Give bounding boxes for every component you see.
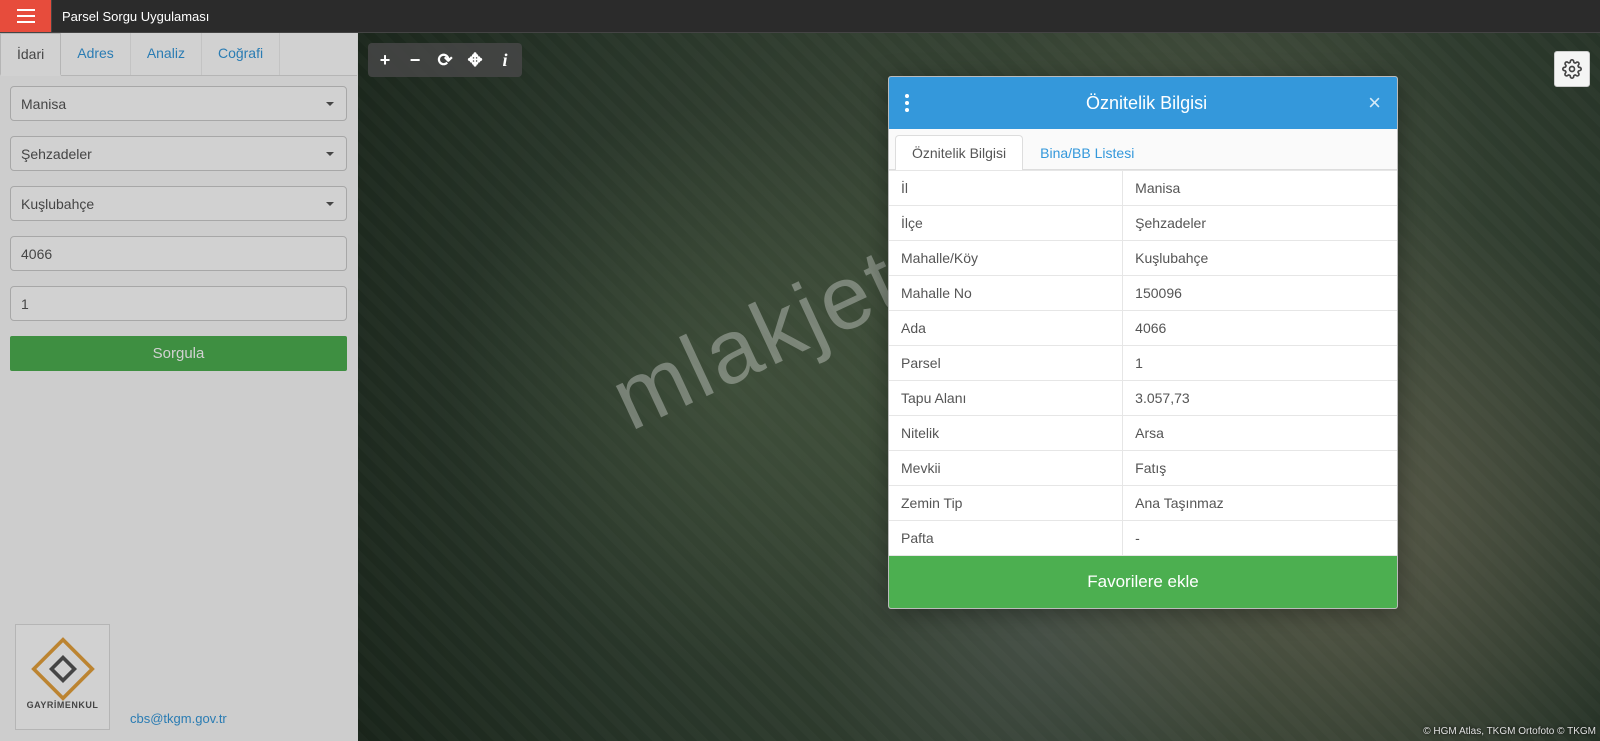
zoom-in-button[interactable]: +: [371, 46, 399, 74]
ilce-select[interactable]: Şehzadeler: [10, 136, 347, 171]
table-row: NitelikArsa: [889, 416, 1397, 451]
app-subtitle: Parsel Sorgu Uygulaması: [62, 9, 209, 24]
il-select[interactable]: Manisa: [10, 86, 347, 121]
modal-close-button[interactable]: ×: [1368, 90, 1381, 116]
query-button[interactable]: Sorgula: [10, 336, 347, 371]
brand-logo: GAYRİMENKUL: [15, 624, 110, 730]
app-header: Parsel Sorgu Uygulaması: [0, 0, 1600, 33]
modal-tabs: Öznitelik Bilgisi Bina/BB Listesi: [889, 129, 1397, 170]
attr-key: Mevkii: [889, 451, 1123, 486]
info-icon: i: [502, 50, 507, 71]
attr-value: -: [1123, 521, 1397, 556]
contact-email-link[interactable]: cbs@tkgm.gov.tr: [130, 711, 227, 726]
modal-header[interactable]: Öznitelik Bilgisi ×: [889, 77, 1397, 129]
logo-text: GAYRİMENKUL: [27, 700, 99, 710]
tab-analiz[interactable]: Analiz: [131, 33, 202, 75]
attr-key: Nitelik: [889, 416, 1123, 451]
attr-value: 4066: [1123, 311, 1397, 346]
header-title-block: Parsel Sorgu Uygulaması: [52, 0, 219, 32]
close-icon: ×: [1368, 90, 1381, 115]
map-viewport[interactable]: mlakjet.com 4066/1 + − ⟳ ✥ i © HGM Atlas…: [358, 33, 1600, 741]
table-row: Mahalle/KöyKuşlubahçe: [889, 241, 1397, 276]
refresh-button[interactable]: ⟳: [431, 46, 459, 74]
logo-icon: [31, 637, 95, 701]
query-form: Manisa Şehzadeler Kuşlubahçe Sorgula: [0, 76, 357, 381]
attr-value: Arsa: [1123, 416, 1397, 451]
query-sidebar: İdari Adres Analiz Coğrafi Manisa Şehzad…: [0, 33, 358, 741]
attribute-table: İlManisaİlçeŞehzadelerMahalle/KöyKuşluba…: [889, 170, 1397, 556]
hamburger-icon: [17, 15, 35, 17]
attr-key: Parsel: [889, 346, 1123, 381]
attr-value: 3.057,73: [1123, 381, 1397, 416]
table-row: Mahalle No150096: [889, 276, 1397, 311]
table-row: Zemin TipAna Taşınmaz: [889, 486, 1397, 521]
attr-value: Ana Taşınmaz: [1123, 486, 1397, 521]
attr-key: Mahalle/Köy: [889, 241, 1123, 276]
table-row: İlManisa: [889, 171, 1397, 206]
tab-adres[interactable]: Adres: [61, 33, 131, 75]
table-row: Ada4066: [889, 311, 1397, 346]
plus-icon: +: [380, 50, 391, 71]
ada-input[interactable]: [10, 236, 347, 271]
sidebar-tabs: İdari Adres Analiz Coğrafi: [0, 33, 357, 76]
table-row: İlçeŞehzadeler: [889, 206, 1397, 241]
add-favorite-button[interactable]: Favorilere ekle: [889, 556, 1397, 608]
attr-value: 1: [1123, 346, 1397, 381]
modal-menu-button[interactable]: [905, 94, 925, 112]
attr-value: Fatış: [1123, 451, 1397, 486]
attr-key: Ada: [889, 311, 1123, 346]
attribute-info-modal: Öznitelik Bilgisi × Öznitelik Bilgisi Bi…: [888, 76, 1398, 609]
zoom-out-button[interactable]: −: [401, 46, 429, 74]
hamburger-menu-button[interactable]: [0, 0, 52, 32]
attr-key: Tapu Alanı: [889, 381, 1123, 416]
attr-value: Şehzadeler: [1123, 206, 1397, 241]
modal-title: Öznitelik Bilgisi: [1086, 93, 1207, 113]
table-row: MevkiiFatış: [889, 451, 1397, 486]
attr-value: 150096: [1123, 276, 1397, 311]
tab-idari[interactable]: İdari: [0, 33, 61, 76]
identify-button[interactable]: i: [491, 46, 519, 74]
attr-value: Manisa: [1123, 171, 1397, 206]
modal-tab-bina[interactable]: Bina/BB Listesi: [1023, 135, 1151, 170]
map-toolbar: + − ⟳ ✥ i: [368, 43, 522, 77]
table-row: Tapu Alanı3.057,73: [889, 381, 1397, 416]
attr-key: Zemin Tip: [889, 486, 1123, 521]
attr-key: İl: [889, 171, 1123, 206]
table-row: Parsel1: [889, 346, 1397, 381]
parsel-input[interactable]: [10, 286, 347, 321]
attr-key: Pafta: [889, 521, 1123, 556]
map-attribution: © HGM Atlas, TKGM Ortofoto © TKGM: [1423, 726, 1596, 737]
extent-icon: ✥: [467, 50, 482, 71]
attr-value: Kuşlubahçe: [1123, 241, 1397, 276]
settings-button[interactable]: [1554, 51, 1590, 87]
mahalle-select[interactable]: Kuşlubahçe: [10, 186, 347, 221]
gear-icon: [1562, 59, 1582, 79]
tab-cografi[interactable]: Coğrafi: [202, 33, 280, 75]
modal-tab-oznitelik[interactable]: Öznitelik Bilgisi: [895, 135, 1023, 170]
full-extent-button[interactable]: ✥: [461, 46, 489, 74]
attr-key: Mahalle No: [889, 276, 1123, 311]
refresh-icon: ⟳: [437, 50, 452, 71]
attr-key: İlçe: [889, 206, 1123, 241]
sidebar-footer: GAYRİMENKUL cbs@tkgm.gov.tr: [15, 624, 227, 730]
table-row: Pafta-: [889, 521, 1397, 556]
minus-icon: −: [410, 50, 421, 71]
